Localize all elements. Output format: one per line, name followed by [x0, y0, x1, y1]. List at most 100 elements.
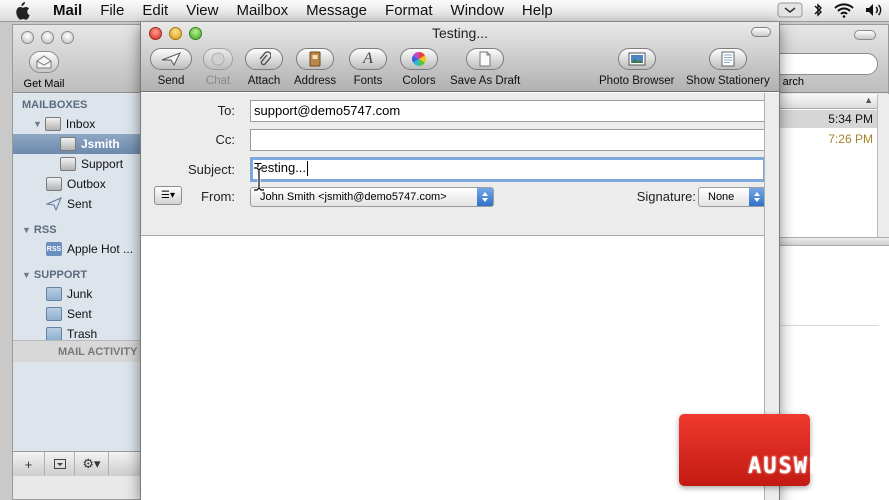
mailbox-sidebar: MAILBOXES ▼ Inbox Jsmith Support Outbox …	[13, 94, 141, 476]
menu-file[interactable]: File	[91, 0, 133, 22]
address-button[interactable]: Address	[294, 48, 336, 87]
signature-label: Signature:	[636, 189, 696, 204]
sidebar-item-inbox[interactable]: ▼ Inbox	[33, 114, 141, 134]
sidebar-item-label: Sent	[67, 197, 92, 211]
address-label: Address	[294, 75, 337, 87]
sidebar-item-label: Support	[81, 157, 124, 171]
sidebar-item-label: Trash	[67, 327, 98, 341]
search-label: arch	[782, 76, 804, 88]
cc-field[interactable]	[250, 129, 766, 151]
viewer-zoom-button[interactable]	[61, 31, 74, 44]
sidebar-item-label: Outbox	[67, 177, 106, 191]
attach-label: Attach	[247, 75, 281, 87]
sidebar-item-junk[interactable]: Junk	[46, 284, 141, 304]
show-hide-activity-button[interactable]	[45, 452, 75, 476]
folder-icon	[46, 307, 62, 321]
subject-label: Subject:	[188, 162, 235, 177]
menu-format[interactable]: Format	[376, 0, 442, 22]
list-menu-icon: ☰▾	[161, 190, 175, 201]
rss-icon: RSS	[46, 242, 62, 256]
volume-icon[interactable]	[865, 2, 883, 21]
colors-label: Colors	[402, 75, 436, 87]
get-mail-button[interactable]: Get Mail	[21, 51, 67, 90]
save-as-draft-button[interactable]: Save As Draft	[450, 48, 520, 87]
popup-arrows-icon	[749, 188, 765, 206]
rss-header: ▼ RSS	[22, 224, 57, 236]
mail-activity-header[interactable]: MAIL ACTIVITY	[13, 340, 141, 362]
send-button[interactable]: Send	[150, 48, 192, 87]
apple-menu-icon[interactable]	[0, 0, 44, 22]
support-header-label: SUPPORT	[33, 269, 88, 281]
chat-button[interactable]: Chat	[203, 48, 233, 87]
search-input[interactable]	[766, 53, 878, 75]
from-label: From:	[201, 189, 235, 204]
color-wheel-icon	[400, 48, 438, 70]
action-menu-button[interactable]: ⚙▾	[75, 452, 109, 476]
menu-view[interactable]: View	[177, 0, 227, 22]
get-mail-icon	[29, 51, 59, 73]
colors-button[interactable]: Colors	[400, 48, 438, 87]
from-account-select[interactable]: John Smith <jsmith@demo5747.com>	[250, 187, 494, 207]
save-as-draft-label: Save As Draft	[450, 75, 521, 87]
viewer-close-button[interactable]	[21, 31, 34, 44]
sidebar-item-support-inbox[interactable]: Support	[60, 154, 141, 174]
menu-window[interactable]: Window	[442, 0, 513, 22]
popup-arrows-icon	[477, 188, 493, 206]
disclosure-triangle-icon[interactable]: ▼	[33, 119, 42, 129]
viewer-toolbar-toggle[interactable]	[854, 30, 876, 40]
bluetooth-icon[interactable]	[813, 2, 823, 21]
sidebar-item-sent[interactable]: Sent	[45, 194, 141, 214]
plus-icon: +	[24, 456, 33, 472]
menu-mailbox[interactable]: Mailbox	[227, 0, 297, 22]
viewer-minimize-button[interactable]	[41, 31, 54, 44]
wifi-icon[interactable]	[833, 2, 855, 21]
sidebar-item-support-sent[interactable]: Sent	[46, 304, 141, 324]
subject-field[interactable]: Testing...	[250, 157, 766, 182]
list-column-header[interactable]: ▲	[776, 94, 889, 109]
sidebar-item-jsmith[interactable]: Jsmith	[13, 134, 141, 154]
send-label: Send	[157, 75, 185, 87]
pane-splitter[interactable]	[776, 237, 889, 246]
to-field[interactable]: support@demo5747.com	[250, 100, 766, 122]
menu-app-mail[interactable]: Mail	[44, 0, 91, 22]
menu-help[interactable]: Help	[513, 0, 562, 22]
attach-button[interactable]: Attach	[245, 48, 283, 87]
message-time[interactable]: 5:34 PM	[828, 112, 873, 126]
activity-icon	[53, 459, 66, 469]
disclosure-triangle-icon[interactable]: ▼	[22, 270, 31, 280]
message-list-scrollbar[interactable]	[877, 94, 889, 244]
folder-icon	[46, 287, 62, 301]
sync-menu-icon[interactable]	[777, 2, 803, 21]
photo-browser-label: Photo Browser	[599, 75, 675, 87]
photo-browser-button[interactable]: Photo Browser	[599, 48, 674, 87]
gear-icon: ⚙▾	[82, 456, 101, 471]
show-stationery-label: Show Stationery	[686, 75, 770, 87]
show-stationery-button[interactable]: Show Stationery	[686, 48, 770, 87]
fonts-button[interactable]: A Fonts	[349, 48, 387, 87]
sidebar-item-label: Jsmith	[81, 137, 120, 151]
address-book-icon	[296, 48, 335, 70]
folder-icon	[46, 327, 62, 341]
sidebar-item-outbox[interactable]: Outbox	[46, 174, 141, 194]
chat-label: Chat	[205, 75, 231, 87]
menu-bar: Mail File Edit View Mailbox Message Form…	[0, 0, 889, 22]
toolbar-toggle-button[interactable]	[751, 27, 771, 37]
window-title: Testing...	[431, 25, 489, 41]
header-fields-menu-button[interactable]: ☰▾	[154, 186, 182, 205]
message-body-editor[interactable]	[141, 236, 765, 500]
draft-document-icon	[466, 48, 505, 70]
to-label: To:	[217, 103, 235, 118]
signature-select[interactable]: None	[698, 187, 766, 207]
sidebar-item-rss-feed[interactable]: RSS Apple Hot ...	[46, 239, 141, 259]
add-mailbox-button[interactable]: +	[13, 452, 45, 476]
message-time[interactable]: 7:26 PM	[828, 132, 873, 146]
sidebar-item-label: Apple Hot ...	[67, 242, 134, 256]
disclosure-triangle-icon[interactable]: ▼	[22, 225, 31, 235]
menu-edit[interactable]: Edit	[133, 0, 177, 22]
message-header-fields: To: support@demo5747.com Cc: Subject: Te…	[141, 93, 766, 236]
sort-arrow-icon: ▲	[864, 95, 873, 105]
menu-message[interactable]: Message	[297, 0, 376, 22]
ausweb-logo-text: AUSWEB	[748, 454, 840, 479]
support-header: ▼ SUPPORT	[22, 269, 87, 281]
chat-icon	[203, 48, 233, 70]
